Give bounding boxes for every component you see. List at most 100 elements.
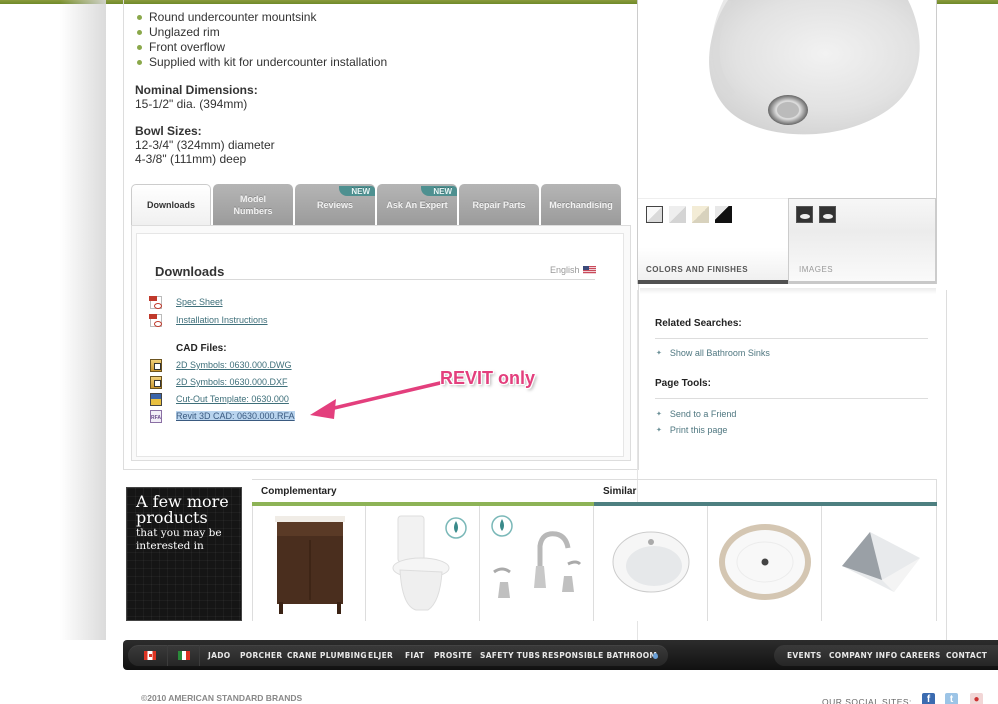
annotation-label: REVIT only [440,368,536,388]
product-tabs: Downloads Model Numbers NEW Reviews NEW As… [131,184,621,225]
product-details: Round undercounter mountsink Unglazed ri… [135,10,615,166]
product-image[interactable] [638,0,937,196]
vanity-image [275,516,345,614]
youtube-icon[interactable]: ● [970,693,983,704]
bullet-icon [137,30,142,35]
swatch-white[interactable] [646,206,663,223]
swatch-black[interactable] [715,206,732,223]
tab-merchandising[interactable]: Merchandising [541,184,621,225]
bowl-size-diameter: 12-3/4" (324mm) diameter [135,138,275,152]
product-faucet[interactable] [480,506,594,621]
complementary-label: Complementary [261,486,337,497]
twitter-icon[interactable]: t [945,693,958,704]
image-thumbnail[interactable] [819,206,836,223]
dwg-file-icon [150,358,162,372]
feature-list: Round undercounter mountsink Unglazed ri… [135,10,615,70]
more-products-banner: A few more products that you may be inte… [126,487,242,621]
product-toilet[interactable] [366,506,480,621]
page-shadow [60,0,106,640]
social-sites-label: OUR SOCIAL SITES: [822,697,912,704]
language-selector[interactable]: English [550,265,596,275]
product-drop-in-sink[interactable] [594,506,708,621]
product-oval-sink[interactable] [708,506,822,621]
divider [655,398,928,399]
similar-label: Similar [603,486,637,497]
nominal-dimensions-label: Nominal Dimensions: [135,83,258,97]
download-cutout-template: Cut-Out Template: 0630.000 [150,392,289,406]
bullet-icon [137,45,142,50]
bowl-sizes-label: Bowl Sizes: [135,124,202,138]
bullet-icon [137,15,142,20]
more-products-subline: that you may be interested in [136,527,222,552]
product-vanity[interactable] [252,506,366,621]
brand-link-fiat[interactable]: FIAT [405,651,424,660]
dwg-link[interactable]: 2D Symbols: 0630.000.DWG [176,360,292,370]
download-dwg: 2D Symbols: 0630.000.DWG [150,358,292,372]
canada-flag-icon[interactable] [144,651,156,660]
faucet-image [491,515,582,598]
swatch-bone[interactable] [692,206,709,223]
brand-link-safety-tubs[interactable]: SAFETY TUBS [480,651,540,660]
brand-link-crane-plumbing[interactable]: CRANE PLUMBING [287,651,367,660]
divider [167,645,168,666]
rfa-file-icon [150,409,162,423]
divider [155,279,595,280]
template-file-icon [150,392,162,406]
bullet-arrow-icon: ✦ [656,411,662,418]
feature-item: Round undercounter mountsink [135,10,615,25]
print-page-link[interactable]: ✦ Print this page [656,425,727,435]
show-all-bathroom-sinks-link[interactable]: ✦ Show all Bathroom Sinks [656,348,770,358]
download-revit: Revit 3D CAD: 0630.000.RFA [150,409,295,423]
brand-link-responsible-bathroom[interactable]: RESPONSIBLE BATHROOM [542,651,657,660]
revit-link[interactable]: Revit 3D CAD: 0630.000.RFA [176,411,295,421]
annotation-arrow-icon [310,381,442,419]
cutout-template-link[interactable]: Cut-Out Template: 0630.000 [176,394,289,404]
tab-model-numbers[interactable]: Model Numbers [213,184,293,225]
image-thumbnail[interactable] [796,206,813,223]
brand-link-prosite[interactable]: PROSITE [434,651,472,660]
product-rectangular-sink[interactable] [822,506,936,621]
feature-item: Front overflow [135,40,615,55]
rectangular-sink-image [842,532,920,592]
related-searches-title: Related Searches: [655,318,742,329]
download-spec-sheet: Spec Sheet [149,295,223,309]
cad-files-label: CAD Files: [176,343,227,354]
more-products-headline: A few more products [136,492,229,527]
swatch-silver[interactable] [669,206,686,223]
installation-instructions-link[interactable]: Installation Instructions [176,315,268,325]
water-drop-icon[interactable] [653,653,658,659]
shadow [640,288,936,294]
footer-link-company-info[interactable]: COMPANY INFO [829,651,897,660]
divider [655,338,928,339]
dxf-file-icon [150,375,162,389]
brand-link-jado[interactable]: JADO [208,651,230,660]
brand-link-eljer[interactable]: ELJER [368,651,393,660]
nominal-dimensions-value: 15-1/2" dia. (394mm) [135,97,248,111]
tab-repair-parts[interactable]: Repair Parts [459,184,539,225]
feature-item: Supplied with kit for undercounter insta… [135,55,615,70]
drop-in-sink-image [612,531,690,593]
facebook-icon[interactable]: f [922,693,935,704]
toilet-image [392,515,467,611]
tab-ask-an-expert[interactable]: NEW Ask An Expert [377,184,457,225]
footer-link-contact[interactable]: CONTACT [946,651,987,660]
download-installation-instructions: Installation Instructions [149,313,268,327]
oval-sink-image [719,524,811,600]
images-label[interactable]: IMAGES [799,265,833,274]
panel-indicator [788,281,936,284]
new-badge: NEW [339,186,375,196]
copyright: ©2010 AMERICAN STANDARD BRANDS [141,693,303,703]
dxf-link[interactable]: 2D Symbols: 0630.000.DXF [176,377,288,387]
tab-reviews[interactable]: NEW Reviews [295,184,375,225]
brand-link-porcher[interactable]: PORCHER [240,651,282,660]
mexico-flag-icon[interactable] [178,651,190,660]
divider [199,645,200,666]
send-to-friend-link[interactable]: ✦ Send to a Friend [656,409,736,419]
footer-link-careers[interactable]: CAREERS [900,651,941,660]
new-badge: NEW [421,186,457,196]
footer-link-events[interactable]: EVENTS [787,651,822,660]
colors-and-finishes-label[interactable]: COLORS AND FINISHES [646,265,748,274]
tab-downloads[interactable]: Downloads [131,184,211,225]
bullet-arrow-icon: ✦ [656,350,662,357]
spec-sheet-link[interactable]: Spec Sheet [176,297,223,307]
